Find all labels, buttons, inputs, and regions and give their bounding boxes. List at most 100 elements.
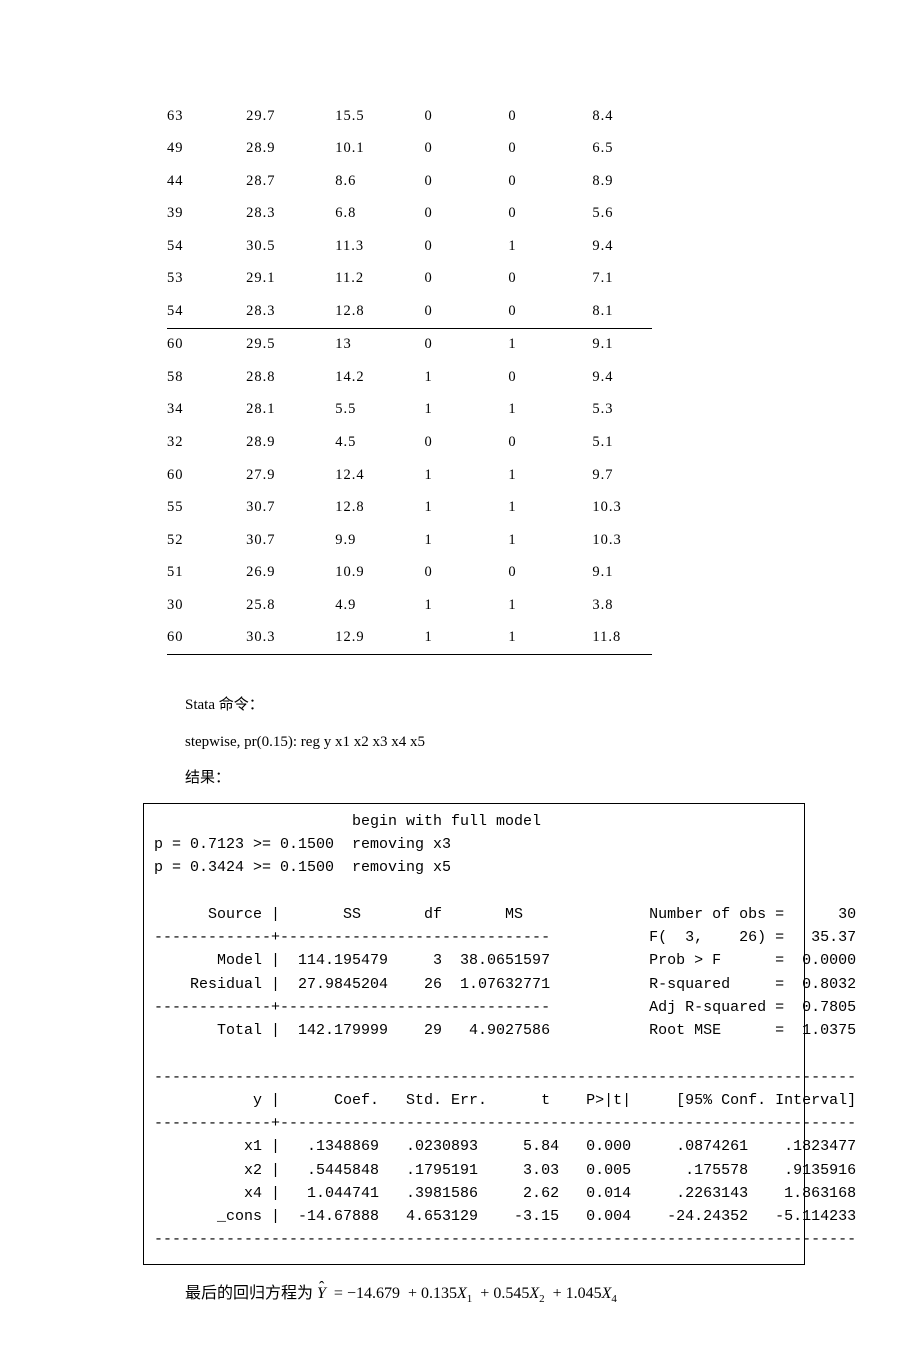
- table-cell: 5.5: [335, 394, 424, 427]
- table-cell: 25.8: [246, 589, 335, 622]
- table-cell: 0: [508, 295, 592, 328]
- table-cell: 13: [335, 328, 424, 361]
- table-cell: 0: [508, 263, 592, 296]
- table-cell: 1: [508, 230, 592, 263]
- table-cell: 1: [508, 492, 592, 525]
- table-cell: 9.9: [335, 524, 424, 557]
- table-row: 5126.910.9009.1: [167, 557, 652, 590]
- table-cell: 8.9: [592, 165, 652, 198]
- table-cell: 29.7: [246, 100, 335, 133]
- result-label: 结果：: [155, 764, 790, 793]
- table-cell: 29.1: [246, 263, 335, 296]
- table-cell: 1: [424, 361, 508, 394]
- table-row: 3428.15.5115.3: [167, 394, 652, 427]
- table-cell: 30: [167, 589, 246, 622]
- table-cell: 28.3: [246, 295, 335, 328]
- table-cell: 5.6: [592, 198, 652, 231]
- table-cell: 1: [424, 459, 508, 492]
- table-row: 5428.312.8008.1: [167, 295, 652, 328]
- table-cell: 1: [508, 589, 592, 622]
- table-cell: 10.9: [335, 557, 424, 590]
- table-cell: 6.8: [335, 198, 424, 231]
- table-cell: 0: [424, 295, 508, 328]
- table-cell: 10.3: [592, 492, 652, 525]
- table-cell: 60: [167, 459, 246, 492]
- table-cell: 44: [167, 165, 246, 198]
- table-cell: 30.7: [246, 524, 335, 557]
- equation-prefix: 最后的回归方程为: [185, 1285, 313, 1302]
- table-row: 3228.94.5005.1: [167, 426, 652, 459]
- table-cell: 1: [508, 459, 592, 492]
- table-row: 5828.814.2109.4: [167, 361, 652, 394]
- table-cell: 4.9: [335, 589, 424, 622]
- y-hat: Y: [317, 1285, 326, 1302]
- table-cell: 0: [424, 426, 508, 459]
- table-row: 5329.111.2007.1: [167, 263, 652, 296]
- table-cell: 5.1: [592, 426, 652, 459]
- table-cell: 15.5: [335, 100, 424, 133]
- table-cell: 0: [508, 100, 592, 133]
- table-cell: 9.7: [592, 459, 652, 492]
- intercept: −14.679: [347, 1285, 400, 1302]
- table-cell: 28.9: [246, 133, 335, 166]
- table-cell: 0: [424, 198, 508, 231]
- stata-cmd: stepwise, pr(0.15): reg y x1 x2 x3 x4 x5: [155, 728, 790, 757]
- table-cell: 9.4: [592, 230, 652, 263]
- table-cell: 0: [508, 557, 592, 590]
- table-cell: 60: [167, 622, 246, 655]
- table-cell: 11.3: [335, 230, 424, 263]
- table-cell: 0: [508, 426, 592, 459]
- table-cell: 28.8: [246, 361, 335, 394]
- table-row: 6329.715.5008.4: [167, 100, 652, 133]
- table-cell: 12.8: [335, 295, 424, 328]
- table-row: 6027.912.4119.7: [167, 459, 652, 492]
- table-row: 6030.312.91111.8: [167, 622, 652, 655]
- table-cell: 1: [508, 622, 592, 655]
- table-cell: 9.4: [592, 361, 652, 394]
- table-cell: 52: [167, 524, 246, 557]
- table-cell: 0: [424, 230, 508, 263]
- table-cell: 1: [424, 394, 508, 427]
- table-cell: 7.1: [592, 263, 652, 296]
- table-cell: 10.1: [335, 133, 424, 166]
- table-cell: 6.5: [592, 133, 652, 166]
- table-cell: 0: [424, 100, 508, 133]
- data-table: 6329.715.5008.44928.910.1006.54428.78.60…: [167, 100, 652, 655]
- final-equation: 最后的回归方程为 Y = −14.679 + 0.135X1 + 0.545X2…: [155, 1279, 790, 1310]
- table-cell: 3.8: [592, 589, 652, 622]
- table-cell: 9.1: [592, 328, 652, 361]
- table-cell: 12.4: [335, 459, 424, 492]
- table-cell: 1: [424, 622, 508, 655]
- table-cell: 1: [424, 589, 508, 622]
- b4: 1.045: [566, 1285, 602, 1302]
- table-cell: 55: [167, 492, 246, 525]
- table-cell: 54: [167, 295, 246, 328]
- table-cell: 0: [424, 263, 508, 296]
- table-cell: 28.7: [246, 165, 335, 198]
- table-cell: 1: [424, 524, 508, 557]
- table-cell: 34: [167, 394, 246, 427]
- table-row: 5530.712.81110.3: [167, 492, 652, 525]
- table-cell: 0: [424, 165, 508, 198]
- table-cell: 4.5: [335, 426, 424, 459]
- table-cell: 0: [508, 165, 592, 198]
- table-row: 4428.78.6008.9: [167, 165, 652, 198]
- table-cell: 11.8: [592, 622, 652, 655]
- b2: 0.545: [493, 1285, 529, 1302]
- table-cell: 12.9: [335, 622, 424, 655]
- table-cell: 28.3: [246, 198, 335, 231]
- table-cell: 0: [508, 361, 592, 394]
- table-cell: 0: [508, 133, 592, 166]
- table-cell: 14.2: [335, 361, 424, 394]
- table-cell: 54: [167, 230, 246, 263]
- table-cell: 26.9: [246, 557, 335, 590]
- table-cell: 32: [167, 426, 246, 459]
- table-cell: 39: [167, 198, 246, 231]
- table-cell: 28.1: [246, 394, 335, 427]
- table-cell: 30.5: [246, 230, 335, 263]
- table-row: 3928.36.8005.6: [167, 198, 652, 231]
- table-cell: 9.1: [592, 557, 652, 590]
- table-cell: 5.3: [592, 394, 652, 427]
- table-row: 5230.79.91110.3: [167, 524, 652, 557]
- table-cell: 49: [167, 133, 246, 166]
